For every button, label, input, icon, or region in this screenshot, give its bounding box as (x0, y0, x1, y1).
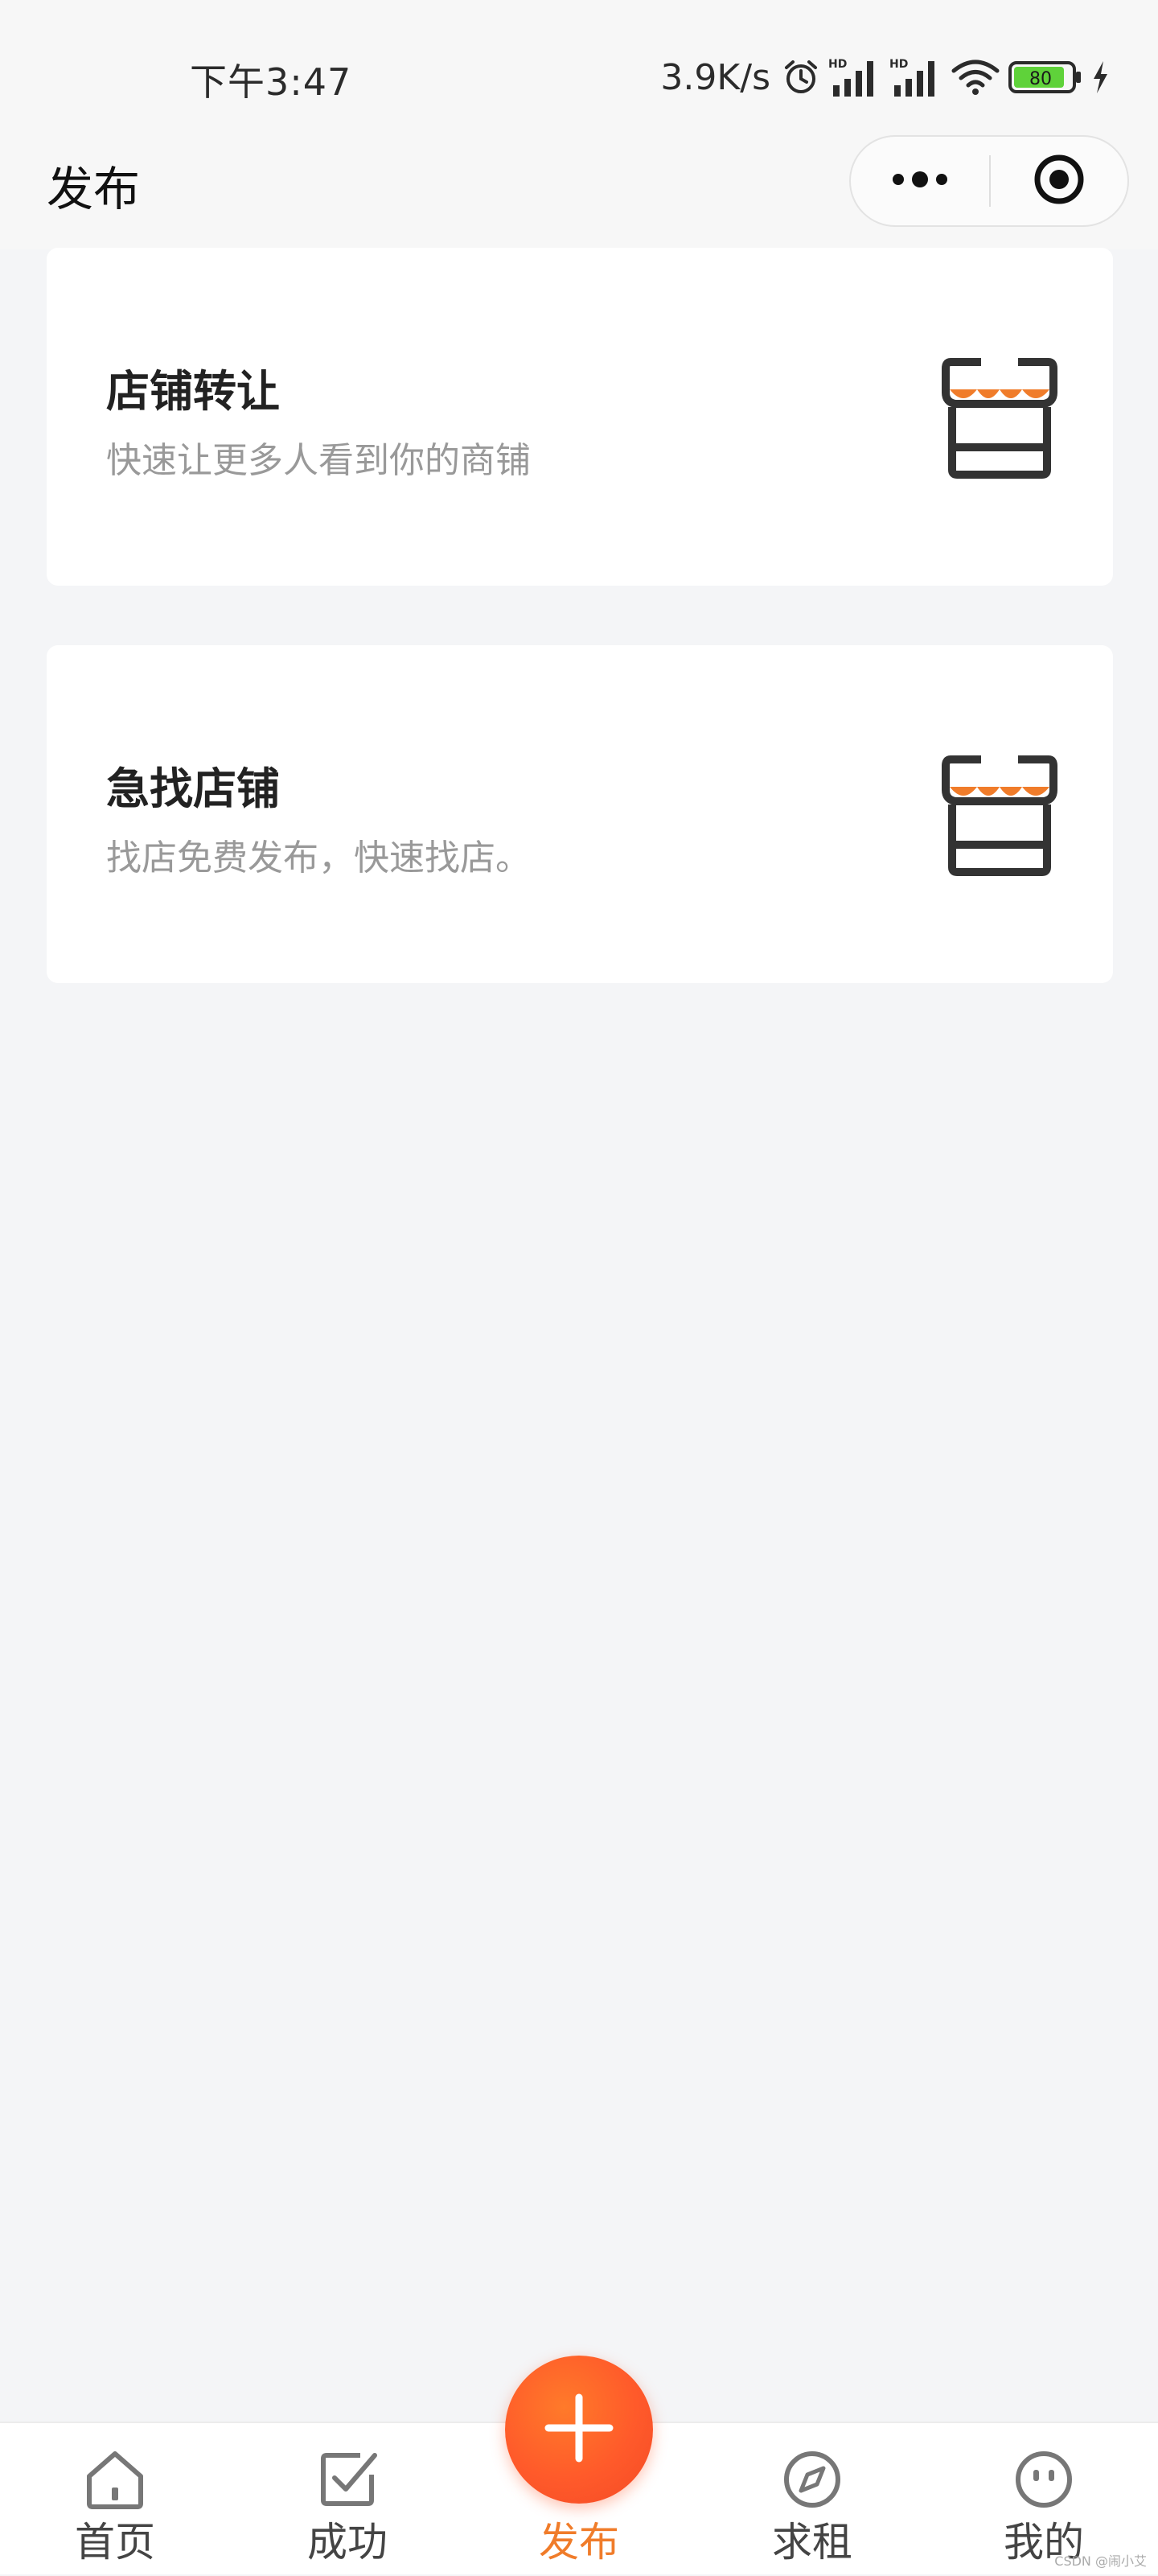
tab-label: 成功 (267, 2510, 428, 2568)
hd-signal-icon: HD (889, 56, 942, 98)
status-indicators: 3.9K/s HD HD (660, 53, 1110, 101)
page-title: 发布 (47, 151, 140, 219)
status-time: 下午3:47 (190, 53, 351, 106)
battery-icon: 80 (1008, 60, 1082, 95)
mini-program-capsule (849, 135, 1129, 227)
card-title: 急找店铺 (106, 753, 280, 817)
compass-icon (780, 2447, 844, 2512)
network-speed: 3.9K/s (660, 57, 770, 98)
card-subtitle: 快速让更多人看到你的商铺 (106, 431, 531, 483)
check-square-icon (315, 2447, 380, 2512)
more-dots-icon (890, 170, 950, 192)
more-button[interactable] (851, 137, 989, 225)
battery-level: 80 (1029, 69, 1052, 89)
tab-label: 求租 (732, 2510, 893, 2568)
tab-home[interactable]: 首页 (35, 2423, 195, 2576)
header: 发布 (0, 129, 1158, 249)
card-subtitle: 找店免费发布，快速找店。 (106, 829, 531, 880)
status-bar: 下午3:47 3.9K/s HD HD (0, 0, 1158, 129)
close-button[interactable] (991, 137, 1127, 225)
publish-fab-button[interactable] (505, 2356, 653, 2504)
watermark: CSDN @闹小艾 (1054, 2550, 1147, 2570)
alarm-icon (782, 58, 820, 97)
wifi-icon (951, 58, 1000, 97)
card-title: 店铺转让 (106, 356, 280, 419)
target-icon (1033, 153, 1086, 209)
plus-icon (542, 2391, 616, 2468)
face-icon (1012, 2447, 1076, 2512)
tab-label: 首页 (35, 2510, 195, 2568)
tab-label: 发布 (499, 2510, 659, 2568)
home-icon (83, 2447, 147, 2512)
svg-text:HD: HD (889, 58, 908, 71)
tab-rent[interactable]: 求租 (732, 2423, 893, 2576)
find-shop-card[interactable]: 急找店铺 找店免费发布，快速找店。 (47, 645, 1113, 983)
tab-success[interactable]: 成功 (267, 2423, 428, 2576)
shop-transfer-card[interactable]: 店铺转让 快速让更多人看到你的商铺 (47, 248, 1113, 586)
charging-icon (1090, 60, 1110, 95)
shop-icon (939, 748, 1060, 877)
shop-icon (939, 351, 1060, 479)
hd-signal-icon: HD (828, 56, 881, 98)
svg-text:HD: HD (828, 58, 847, 71)
